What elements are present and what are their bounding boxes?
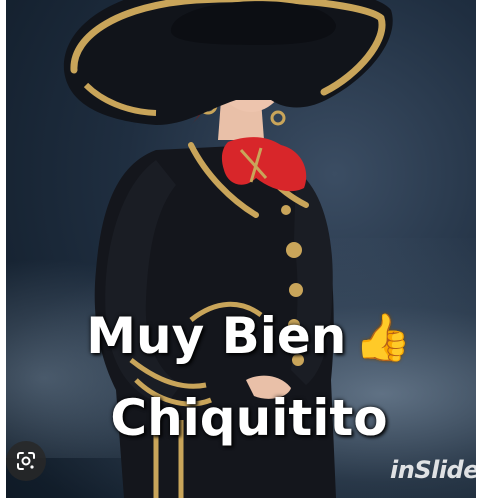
caption-line-1: Muy Bien 👍 xyxy=(0,306,498,367)
red-bow xyxy=(221,137,307,192)
caption-text-1: Muy Bien xyxy=(86,307,347,365)
image-frame: Muy Bien 👍 Chiquitito inSlide xyxy=(0,0,498,498)
google-lens-icon xyxy=(17,452,35,470)
thumbs-up-emoji: 👍 xyxy=(354,310,412,364)
google-lens-button[interactable] xyxy=(6,441,46,481)
caption-text-2: Chiquitito xyxy=(110,389,388,447)
caption-line-2: Chiquitito xyxy=(0,388,498,448)
inslide-watermark: inSlide xyxy=(390,456,480,484)
